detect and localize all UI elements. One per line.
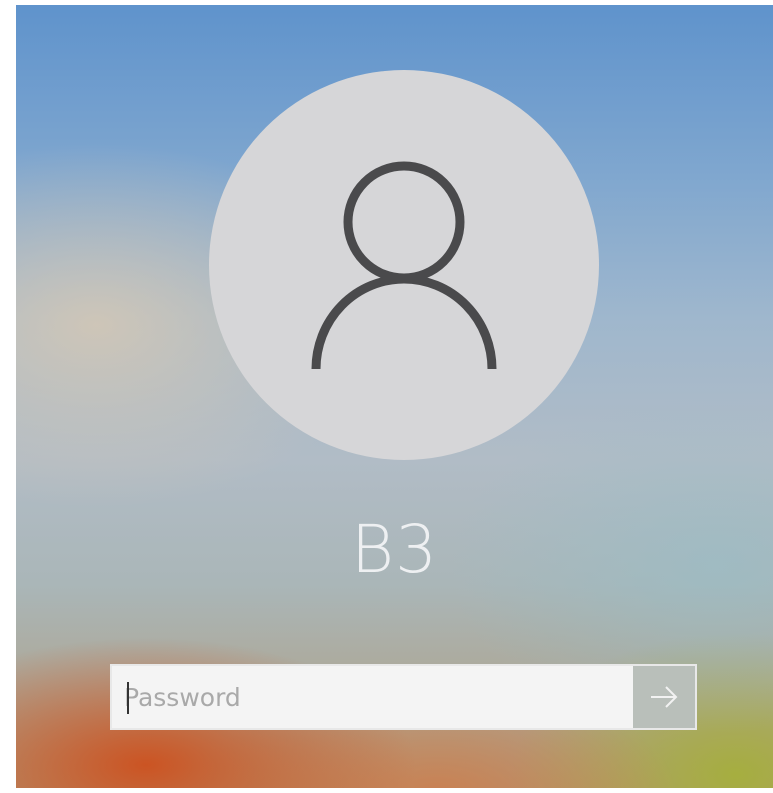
password-box <box>110 664 697 730</box>
lock-screen: B3 <box>16 5 773 788</box>
arrow-right-icon <box>651 686 678 708</box>
avatar <box>209 70 599 460</box>
username-label: B3 <box>350 511 439 588</box>
text-cursor <box>127 682 129 714</box>
user-icon <box>311 161 497 370</box>
password-input[interactable] <box>112 666 633 728</box>
submit-button[interactable] <box>633 666 695 728</box>
